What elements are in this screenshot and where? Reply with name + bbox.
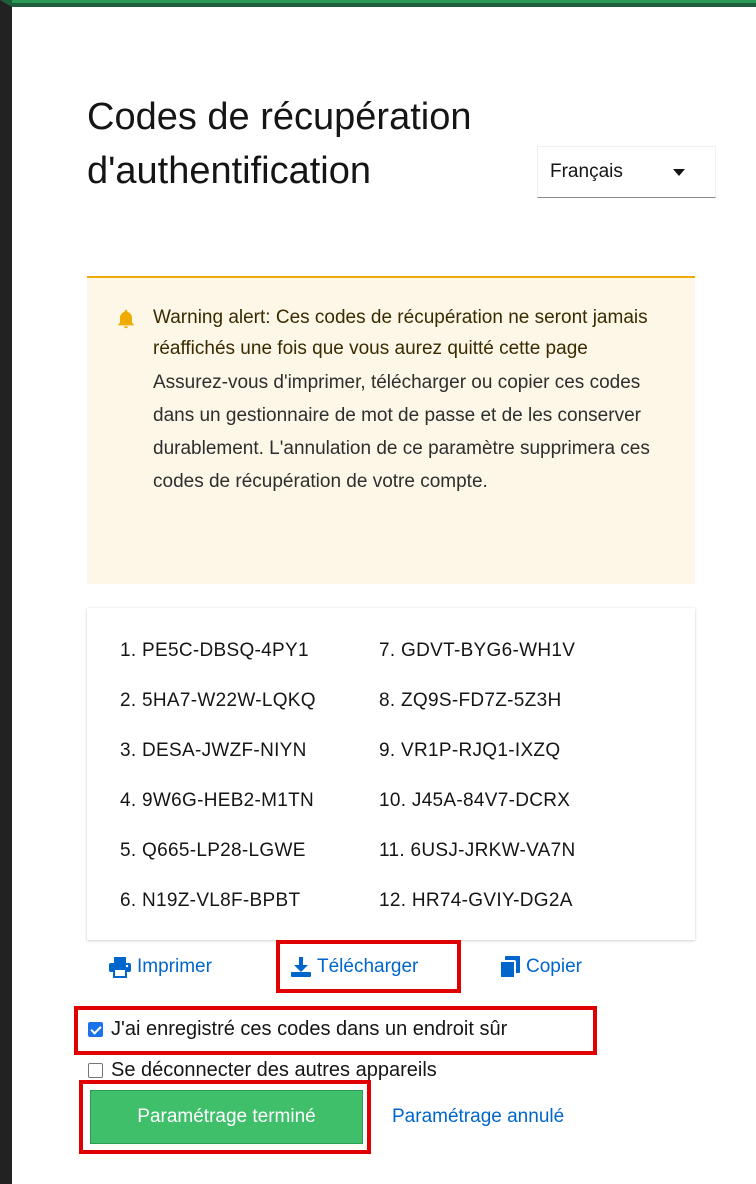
download-icon — [291, 957, 311, 977]
recovery-code: 2. 5HA7-W22W-LQKQ — [120, 690, 316, 711]
saved-codes-label: J'ai enregistré ces codes dans un endroi… — [111, 1018, 508, 1040]
warning-alert: Warning alert: Ces codes de récupération… — [87, 276, 695, 584]
logout-sessions-checkbox[interactable] — [88, 1063, 103, 1078]
print-button[interactable]: Imprimer — [108, 950, 212, 984]
top-accent-bar — [12, 0, 756, 3]
language-select-value: Français — [550, 161, 623, 182]
recovery-code: 4. 9W6G-HEB2-M1TN — [120, 790, 315, 811]
recovery-code: 9. VR1P-RJQ1-IXZQ — [379, 740, 561, 761]
alert-title: Warning alert: Ces codes de récupération… — [153, 307, 648, 359]
alert-body: Assurez-vous d'imprimer, télécharger ou … — [153, 372, 650, 492]
caret-down-icon — [673, 168, 685, 176]
recovery-code: 6. N19Z-VL8F-BPBT — [120, 890, 301, 911]
logout-sessions-label: Se déconnecter des autres appareils — [111, 1059, 437, 1081]
codes-column-right: 7. GDVT-BYG6-WH1V 8. ZQ9S-FD7Z-5Z3H 9. V… — [379, 626, 576, 926]
codes-column-left: 1. PE5C-DBSQ-4PY1 2. 5HA7-W22W-LQKQ 3. D… — [120, 626, 316, 926]
page-title: Codes de récupération d'authentification — [87, 96, 472, 192]
setup-cancel-link[interactable]: Paramétrage annulé — [392, 1100, 564, 1134]
copy-button[interactable]: Copier — [499, 950, 582, 984]
language-select[interactable]: Français — [537, 146, 716, 198]
saved-codes-checkbox-row[interactable]: J'ai enregistré ces codes dans un endroi… — [88, 1018, 507, 1041]
recovery-code: 8. ZQ9S-FD7Z-5Z3H — [379, 690, 562, 711]
logout-sessions-checkbox-row[interactable]: Se déconnecter des autres appareils — [88, 1059, 437, 1082]
recovery-code: 11. 6USJ-JRKW-VA7N — [379, 840, 576, 861]
recovery-code: 7. GDVT-BYG6-WH1V — [379, 640, 576, 661]
bell-icon — [118, 309, 134, 329]
copy-label: Copier — [526, 956, 582, 977]
copy-icon — [499, 956, 520, 979]
recovery-code: 12. HR74-GVIY-DG2A — [379, 890, 573, 911]
download-button[interactable]: Télécharger — [290, 950, 418, 984]
print-icon — [109, 957, 131, 978]
recovery-code: 1. PE5C-DBSQ-4PY1 — [120, 640, 309, 661]
print-label: Imprimer — [137, 956, 212, 977]
recovery-code: 3. DESA-JWZF-NIYN — [120, 740, 307, 761]
recovery-codes-card: 1. PE5C-DBSQ-4PY1 2. 5HA7-W22W-LQKQ 3. D… — [87, 608, 695, 940]
setup-complete-button[interactable]: Paramétrage terminé — [90, 1090, 363, 1144]
recovery-code: 10. J45A-84V7-DCRX — [379, 790, 571, 811]
recovery-code: 5. Q665-LP28-LGWE — [120, 840, 306, 861]
saved-codes-checkbox[interactable] — [88, 1022, 103, 1037]
download-label: Télécharger — [317, 956, 419, 977]
